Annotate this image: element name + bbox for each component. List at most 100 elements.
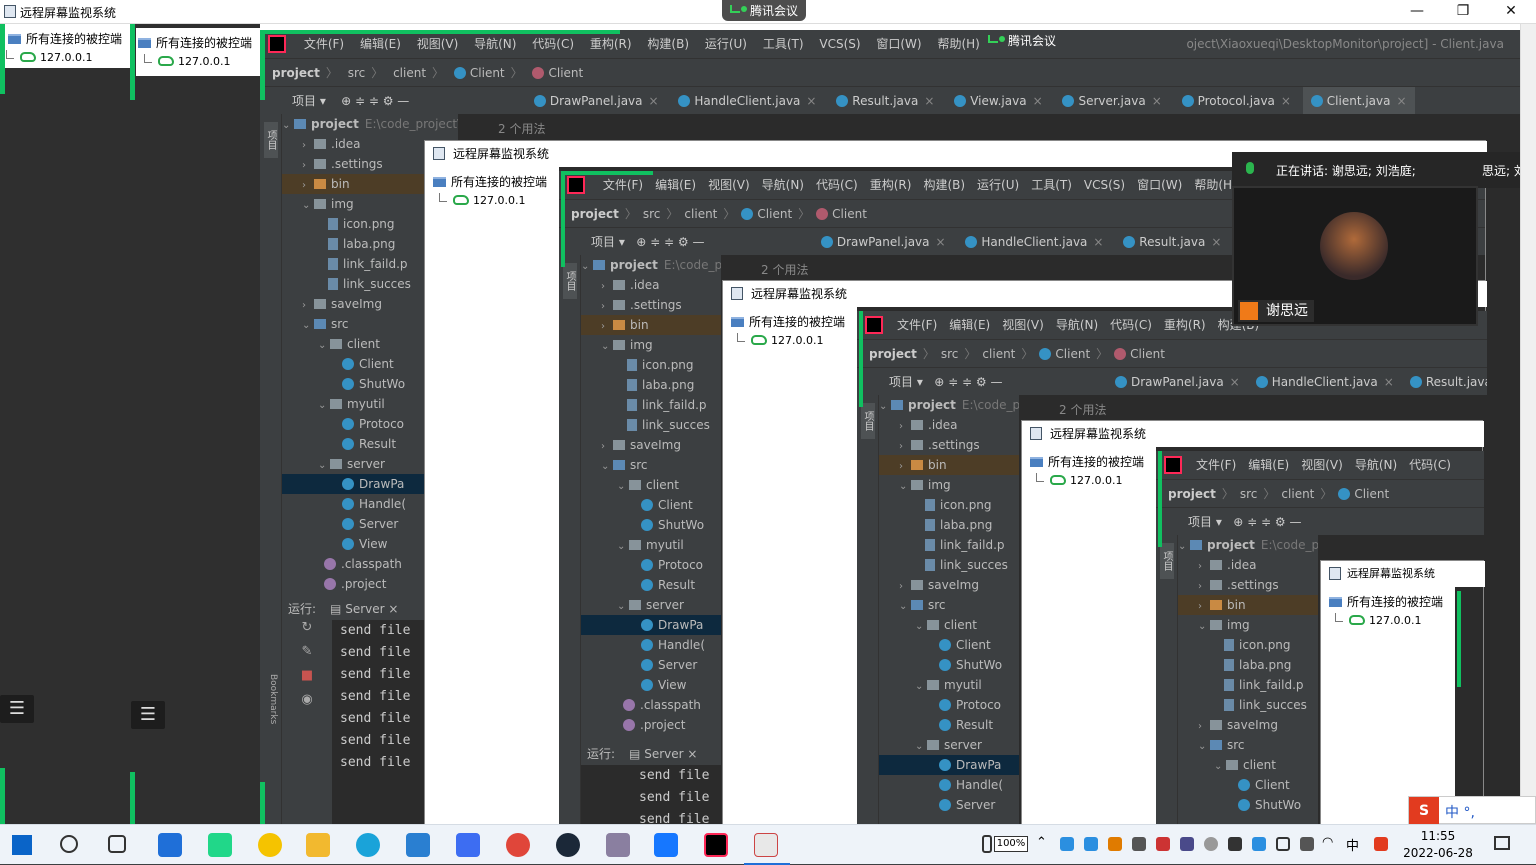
tab-result[interactable]: Result.java × [828, 87, 942, 115]
nested-monitor-window-5: 远程屏幕监视系统 所有连接的被控端 127.0.0.1 [1320, 560, 1485, 824]
menu-build[interactable]: 构建(B) [641, 30, 695, 58]
menu-vcs[interactable]: VCS(S) [813, 30, 866, 58]
battery-plug-icon [982, 835, 992, 853]
game-app-icon[interactable] [606, 833, 630, 857]
steam-icon[interactable] [556, 833, 580, 857]
folder-icon [314, 179, 326, 189]
tab-close-icon[interactable]: × [806, 94, 816, 108]
intellij-idea-icon[interactable] [704, 833, 728, 857]
tab-client[interactable]: Client.java × [1302, 87, 1415, 117]
pycharm-icon[interactable] [208, 833, 232, 857]
class-icon [342, 418, 354, 430]
minimize-button[interactable]: — [1394, 0, 1440, 24]
menu-run[interactable]: 运行(U) [699, 30, 753, 58]
list-icon[interactable]: ☰ [0, 695, 34, 723]
tab-view[interactable]: View.java × [946, 87, 1050, 115]
ime-indicator[interactable]: 中 [1346, 835, 1359, 854]
tab-close-icon[interactable]: × [1033, 94, 1043, 108]
edge-browser-icon[interactable] [356, 833, 380, 857]
tab-server[interactable]: Server.java × [1054, 87, 1169, 115]
camera-icon[interactable]: ◉ [282, 692, 332, 716]
rerun-icon[interactable]: ↻ [282, 620, 332, 644]
wps-writer-icon[interactable] [456, 833, 480, 857]
tray-app-icon[interactable] [1132, 837, 1146, 851]
tab-close-icon[interactable]: × [649, 94, 659, 108]
menu-navigate[interactable]: 导航(N) [468, 30, 522, 58]
tab-handleclient[interactable]: HandleClient.java × [670, 87, 824, 115]
tray-app-icon[interactable] [1252, 837, 1266, 851]
battery-indicator[interactable]: 100% [994, 836, 1028, 852]
tray-app-icon[interactable] [1060, 837, 1074, 851]
maximize-button[interactable]: ❐ [1440, 0, 1486, 24]
clock[interactable]: 11:55 2022-06-28 [1398, 828, 1478, 862]
stop-icon[interactable]: ■ [282, 668, 332, 692]
menu-file[interactable]: 文件(F) [298, 30, 350, 58]
tab-close-icon[interactable]: × [924, 94, 934, 108]
chrome-browser-icon[interactable] [506, 833, 530, 857]
windows-start-icon[interactable] [12, 835, 32, 855]
tab-close-icon[interactable]: × [1397, 94, 1407, 108]
todo-app-icon[interactable] [158, 833, 182, 857]
run-config-tab[interactable]: ▤ Server × [330, 602, 398, 616]
tencent-meeting-pill[interactable]: 腾讯会议 [722, 0, 807, 21]
breadcrumb-client[interactable]: client [393, 66, 426, 80]
tab-drawpanel[interactable]: DrawPanel.java × [526, 87, 667, 115]
tray-app-icon[interactable] [1204, 837, 1218, 851]
vertical-scrollbar[interactable] [1520, 24, 1536, 824]
breadcrumb-class[interactable]: Client [470, 66, 505, 80]
menu-tools[interactable]: 工具(T) [757, 30, 810, 58]
tray-app-icon[interactable] [1180, 837, 1194, 851]
clock-date: 2022-06-28 [1403, 846, 1473, 860]
class-icon [533, 95, 546, 107]
show-hidden-icons[interactable]: ⌃ [1036, 835, 1047, 850]
folder-icon [433, 177, 446, 187]
wifi-icon[interactable]: ◠ [1322, 835, 1333, 850]
menu-edit[interactable]: 编辑(E) [354, 30, 407, 58]
breadcrumb-src[interactable]: src [348, 66, 366, 80]
tray-app-icon[interactable] [1228, 837, 1242, 851]
side-project-tab[interactable]: 项目 [264, 122, 278, 158]
breadcrumb-project[interactable]: project [272, 66, 320, 80]
nested-client-tree: 所有连接的被控端 127.0.0.1 [1321, 587, 1455, 824]
nested-window-title: 远程屏幕监视系统 [1050, 427, 1147, 441]
ime-toolbar[interactable]: S 中 °, [1408, 796, 1536, 825]
tray-app-icon[interactable] [1084, 837, 1098, 851]
tree-node-client[interactable]: 127.0.0.1 [6, 50, 92, 64]
list-icon[interactable]: ☰ [131, 701, 165, 729]
tab-close-icon[interactable]: × [1152, 94, 1162, 108]
folder-icon [314, 199, 326, 209]
task-view-icon[interactable] [108, 835, 126, 853]
user-badge-icon [1240, 302, 1258, 320]
sogou-tray-icon[interactable] [1374, 837, 1388, 851]
menu-view[interactable]: 视图(V) [411, 30, 465, 58]
tray-app-icon[interactable] [1156, 837, 1170, 851]
menu-window[interactable]: 窗口(W) [870, 30, 927, 58]
notification-icon[interactable] [1494, 836, 1510, 850]
menu-code[interactable]: 代码(C) [526, 30, 580, 58]
tray-app-icon[interactable] [1108, 837, 1122, 851]
project-tool-tab[interactable]: 项目 ▾ ⊕ ≑ ≑ ⚙ — [260, 87, 522, 115]
participant-video[interactable]: 谢思远 [1232, 186, 1478, 326]
bookmarks-tab[interactable]: Bookmarks [264, 674, 278, 724]
tree-line-icon [439, 193, 447, 202]
tab-close-icon[interactable]: × [1281, 94, 1291, 108]
search-icon[interactable] [60, 835, 78, 853]
close-button[interactable]: ✕ [1488, 0, 1534, 24]
tab-protocol[interactable]: Protocol.java × [1174, 87, 1299, 115]
security-shield-icon[interactable] [1276, 837, 1290, 851]
tree-root[interactable]: 所有连接的被控端 [8, 30, 122, 47]
wrench-icon[interactable]: ✎ [282, 644, 332, 668]
tree-root-label: 所有连接的被控端 [26, 32, 123, 46]
nested-title-bar: 远程屏幕监视系统 [1321, 561, 1485, 587]
file-explorer-icon[interactable] [306, 833, 330, 857]
vscode-icon[interactable] [406, 833, 430, 857]
java-app-icon[interactable] [754, 833, 778, 857]
folder-icon [314, 299, 326, 309]
menu-refactor[interactable]: 重构(R) [584, 30, 638, 58]
tree-row-project[interactable]: ⌄projectE:\code_project\Xiaoxueqi [282, 114, 458, 134]
menu-help[interactable]: 帮助(H) [931, 30, 985, 58]
music-app-icon[interactable] [258, 833, 282, 857]
volume-icon[interactable] [1300, 837, 1314, 851]
tencent-meeting-icon[interactable] [654, 833, 678, 857]
breadcrumb-method[interactable]: Client [548, 66, 583, 80]
